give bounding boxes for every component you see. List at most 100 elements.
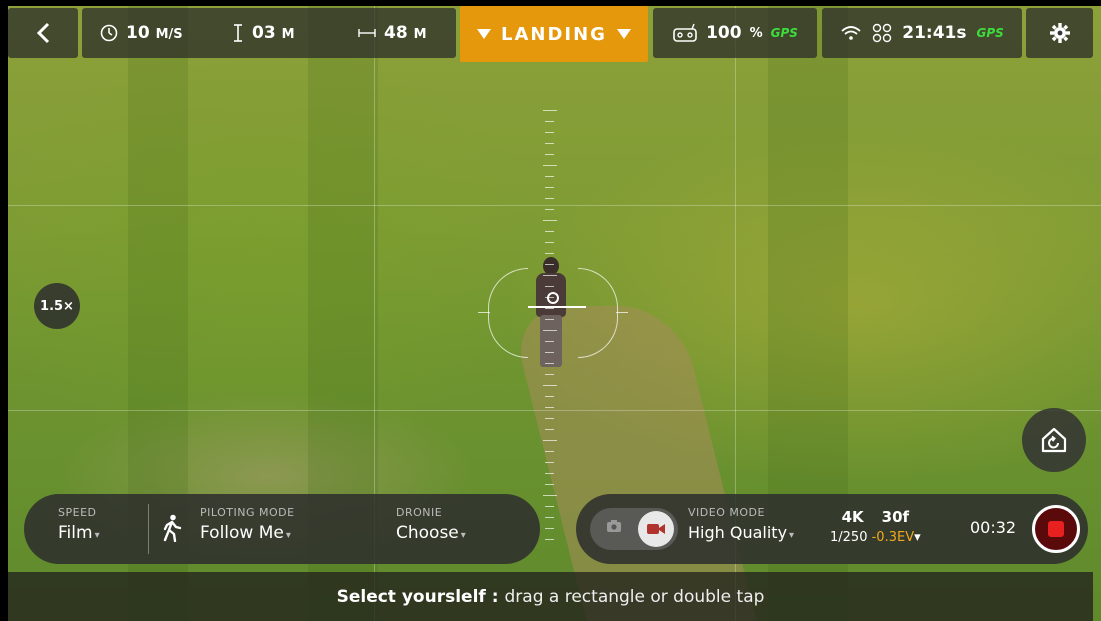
distance-icon — [358, 29, 376, 37]
caret-icon: ▾ — [94, 530, 100, 541]
shutter-value: 1/250 — [830, 530, 868, 545]
flight-metrics: 10 M/S 03 M 48 M — [82, 8, 456, 58]
scale-tick — [545, 264, 554, 265]
walking-person-icon — [162, 514, 182, 546]
scale-tick — [545, 506, 554, 507]
scale-tick — [545, 242, 554, 243]
dronie-selector[interactable]: DRONIE Choose ▾ — [396, 506, 466, 543]
scale-tick — [545, 418, 554, 419]
video-mode-label: VIDEO MODE — [688, 506, 765, 519]
scale-tick — [545, 473, 554, 474]
scale-tick — [543, 165, 557, 166]
scale-tick — [545, 517, 554, 518]
distance-value: 48 — [384, 23, 408, 43]
controller-battery: 100 — [706, 23, 742, 43]
video-mode-value: High Quality — [688, 523, 788, 542]
scale-tick — [543, 110, 557, 111]
controller-gps-badge: GPS — [770, 26, 798, 40]
flight-time: 21:41s — [902, 23, 967, 43]
distance-unit: M — [413, 27, 427, 42]
scale-tick — [545, 143, 554, 144]
drone-gps-badge: GPS — [976, 26, 1004, 40]
scale-tick — [545, 363, 554, 364]
chevron-left-icon — [36, 22, 50, 44]
wifi-icon — [841, 26, 861, 40]
scale-tick — [545, 462, 554, 463]
camera-icon[interactable] — [606, 519, 622, 533]
caret-icon: ▾ — [460, 530, 466, 541]
flight-state-label: LANDING — [501, 23, 607, 45]
distance-readout: 48 M — [358, 23, 427, 43]
video-mode-selector[interactable]: VIDEO MODE High Quality ▾ — [688, 506, 794, 542]
speed-value: 10 — [126, 23, 150, 43]
speed-label: SPEED — [58, 506, 97, 519]
triangle-down-icon — [477, 29, 492, 39]
scale-tick — [543, 220, 557, 221]
back-button[interactable] — [8, 8, 78, 58]
scale-tick — [543, 440, 557, 441]
dronie-label: DRONIE — [396, 506, 443, 519]
scale-tick — [543, 495, 557, 496]
horizon-line — [528, 306, 586, 308]
dronie-value: Choose — [396, 523, 459, 543]
speed-selector[interactable]: SPEED Film ▾ — [58, 506, 100, 543]
caret-icon: ▾ — [789, 530, 795, 541]
video-camera-icon — [647, 524, 665, 534]
ev-value: -0.3EV — [871, 530, 915, 545]
gear-icon — [1049, 23, 1070, 43]
settings-button[interactable] — [1026, 8, 1093, 58]
controller-battery-unit: % — [749, 25, 763, 41]
altitude-icon — [234, 24, 242, 42]
speed-mode-value: Film — [58, 523, 93, 543]
scale-tick — [545, 407, 554, 408]
drone-icon — [873, 23, 892, 43]
video-mode-toggle[interactable] — [638, 511, 674, 547]
center-reticle — [478, 268, 628, 358]
scale-tick — [545, 209, 554, 210]
scale-tick — [545, 396, 554, 397]
speed-unit: M/S — [155, 27, 183, 42]
framerate-value: 30f — [881, 508, 910, 526]
reticle-arc-left — [488, 268, 528, 358]
flight-state-button[interactable]: LANDING — [460, 6, 648, 62]
piloting-mode-value: Follow Me — [200, 523, 284, 543]
altitude-value: 03 — [252, 23, 276, 43]
scale-tick — [545, 187, 554, 188]
reticle-tick-right — [616, 312, 628, 313]
return-home-button[interactable] — [1022, 408, 1086, 472]
scale-tick — [545, 429, 554, 430]
target-icon — [547, 292, 559, 304]
record-button[interactable] — [1032, 505, 1080, 553]
camera-specs-button[interactable]: 4K 30f 1/250 -0.3EV▾ — [830, 508, 921, 545]
scale-tick — [545, 374, 554, 375]
flight-settings-panel: SPEED Film ▾ PILOTING MODE Follow Me ▾ DRO… — [24, 494, 540, 564]
altitude-unit: M — [281, 27, 295, 42]
scale-tick — [545, 253, 554, 254]
speed-readout: 10 M/S — [100, 23, 183, 43]
controller-status[interactable]: 100% GPS — [653, 8, 817, 58]
piloting-mode-selector[interactable]: PILOTING MODE Follow Me ▾ — [200, 506, 295, 543]
record-timer: 00:32 — [970, 518, 1017, 537]
altitude-readout: 03 M — [232, 23, 295, 43]
piloting-mode-label: PILOTING MODE — [200, 506, 295, 519]
caret-icon: ▾ — [285, 530, 291, 541]
scale-tick — [545, 176, 554, 177]
scale-tick — [545, 484, 554, 485]
triangle-down-icon — [616, 29, 631, 39]
divider — [148, 504, 149, 554]
top-bar: 10 M/S 03 M 48 M LANDING 100 % GPS 21:41… — [8, 6, 1093, 62]
photo-video-toggle[interactable] — [590, 508, 678, 550]
drone-status[interactable]: 21:41s GPS — [822, 8, 1022, 58]
controller-icon — [673, 23, 697, 42]
scale-tick — [545, 198, 554, 199]
scale-tick — [545, 154, 554, 155]
reticle-arc-right — [578, 268, 618, 358]
scale-tick — [545, 231, 554, 232]
home-return-icon — [1041, 427, 1067, 453]
camera-panel: VIDEO MODE High Quality ▾ 4K 30f 1/250 -0… — [576, 494, 1088, 564]
caret-icon: ▾ — [914, 530, 921, 545]
scale-tick — [545, 539, 554, 540]
zoom-button[interactable]: 1.5× — [34, 283, 80, 329]
instruction-text: drag a rectangle or double tap — [504, 586, 765, 607]
reticle-tick-left — [478, 312, 490, 313]
